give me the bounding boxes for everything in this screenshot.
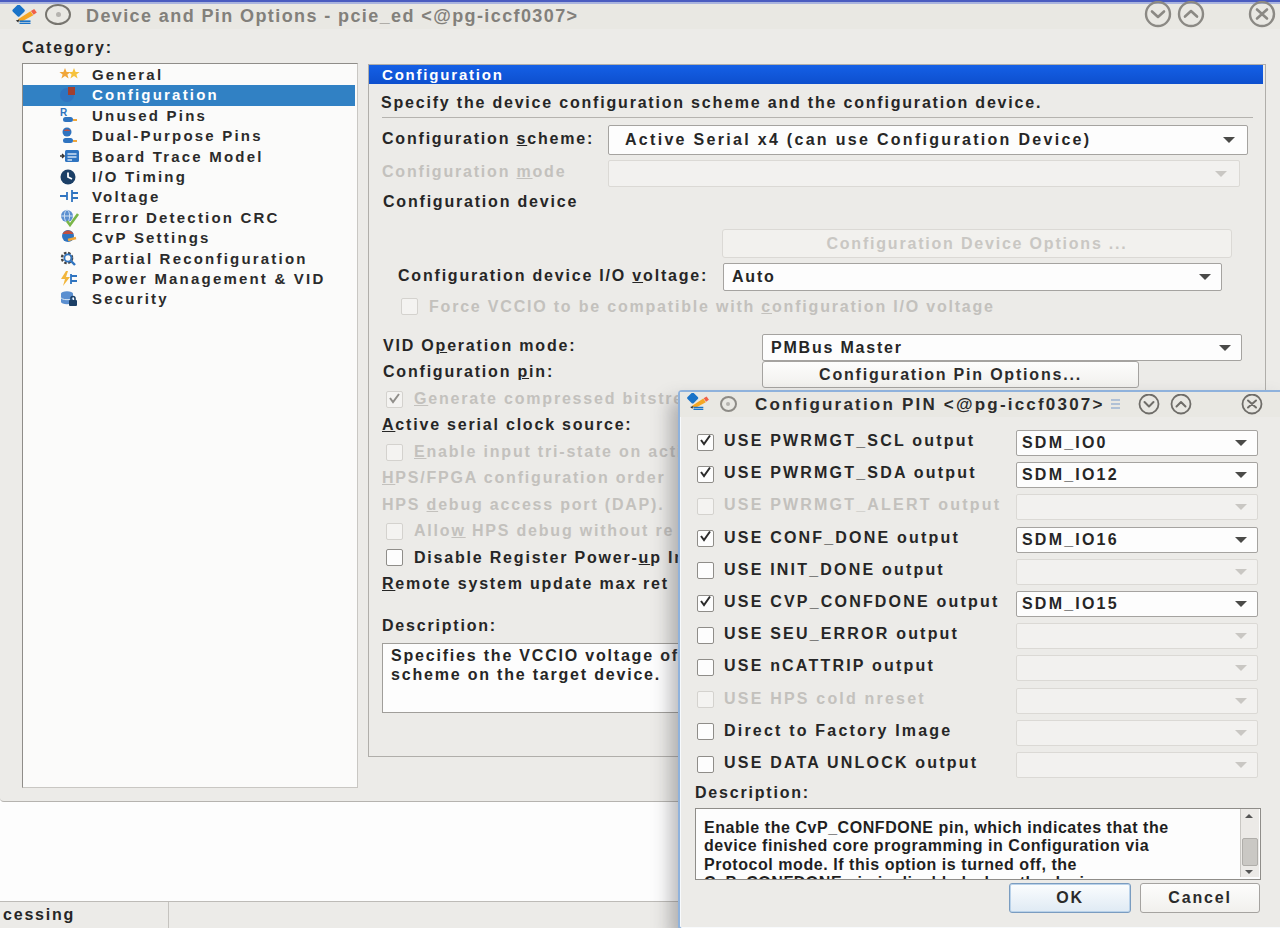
svg-text:R: R xyxy=(60,107,68,118)
